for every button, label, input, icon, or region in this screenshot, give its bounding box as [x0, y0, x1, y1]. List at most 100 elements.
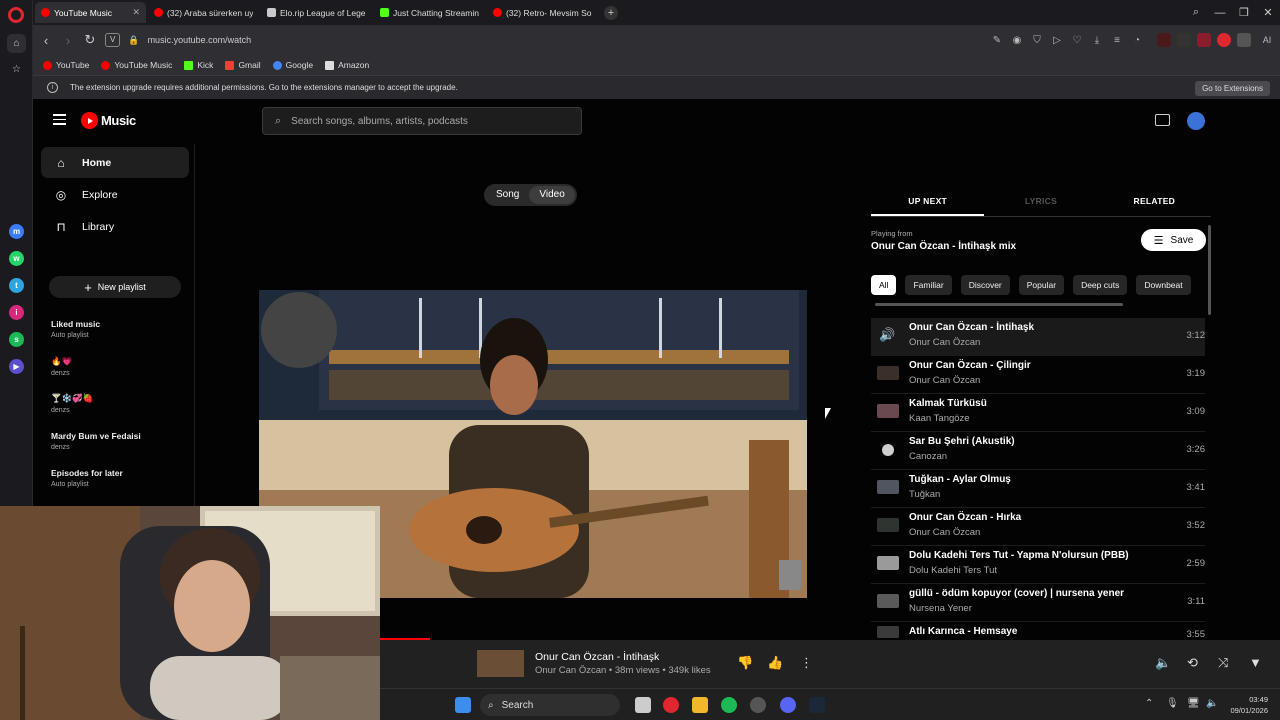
tray-chevron-icon[interactable]: ⌃ — [1145, 698, 1153, 709]
chip-scrollbar[interactable] — [875, 303, 1123, 306]
sidebar-item-home[interactable]: ⌂ Home — [41, 147, 189, 178]
extension-icon[interactable] — [1157, 33, 1171, 47]
volume-icon[interactable]: 🔈 — [1155, 655, 1171, 671]
like-icon[interactable]: 👍 — [767, 655, 783, 671]
playlist-item[interactable]: Liked music Auto playlist — [51, 319, 100, 339]
youtube-music-logo[interactable]: Music — [81, 112, 136, 129]
volume-tray-icon[interactable]: 🔈 — [1206, 698, 1218, 709]
shield-icon[interactable]: ⛉ — [1027, 35, 1047, 46]
close-tab-icon[interactable]: ✕ — [132, 7, 140, 18]
avatar[interactable] — [1187, 112, 1205, 130]
tab-related[interactable]: RELATED — [1098, 189, 1211, 216]
queue-item[interactable]: Onur Can Özcan - Hırka Onur Can Özcan 3:… — [871, 508, 1205, 546]
dislike-icon[interactable]: 👎 — [737, 655, 753, 671]
sidebar-item-explore[interactable]: ◎ Explore — [41, 179, 189, 210]
playlist-item[interactable]: 🔥💗 denzs — [51, 356, 72, 377]
queue-item[interactable]: Kalmak Türküsü Kaan Tangöze 3:09 — [871, 394, 1205, 432]
whatsapp-icon[interactable]: w — [9, 251, 24, 266]
chip-popular[interactable]: Popular — [1018, 275, 1065, 295]
search-input[interactable]: ⌕ Search songs, albums, artists, podcast… — [262, 107, 582, 135]
song-toggle-button[interactable]: Song — [486, 186, 529, 204]
taskbar-search[interactable]: ⌕ Search — [480, 694, 620, 716]
queue-item[interactable]: Tuğkan - Aylar Olmuş Tuğkan 3:41 — [871, 470, 1205, 508]
tab-retro[interactable]: (32) Retro- Mevsim Sonba — [487, 2, 598, 23]
profile-icon[interactable]: ◔ — [1127, 35, 1147, 46]
url-field[interactable]: music.youtube.com/watch — [148, 35, 252, 45]
spotify-icon[interactable]: s — [9, 332, 24, 347]
messenger-icon[interactable]: m — [9, 224, 24, 239]
queue-item[interactable]: Dolu Kadehi Ters Tut - Yapma N'olursun (… — [871, 546, 1205, 584]
opera-logo-icon[interactable] — [8, 7, 24, 23]
sidebar-item-library[interactable]: ⊓ Library — [41, 211, 189, 242]
shuffle-icon[interactable]: ⤨ — [1218, 655, 1228, 671]
tab-youtube-music[interactable]: YouTube Music ✕ — [35, 2, 146, 23]
lock-icon[interactable]: 🔒 — [128, 35, 139, 46]
bookmark-google[interactable]: Google — [272, 60, 313, 70]
spotify-taskbar-icon[interactable] — [721, 697, 737, 713]
playlist-item[interactable]: 🍸❄️💞🍓 denzs — [51, 393, 93, 414]
queue-item[interactable]: Sar Bu Şehri (Akustik) Canozan 3:26 — [871, 432, 1205, 470]
chip-deep-cuts[interactable]: Deep cuts — [1073, 275, 1128, 295]
restore-icon[interactable]: ❐ — [1232, 6, 1256, 19]
queue-item[interactable]: 🔊 Onur Can Özcan - İntihaşk Onur Can Özc… — [871, 318, 1205, 356]
app-taskbar-icon[interactable] — [750, 697, 766, 713]
more-options-icon[interactable]: ⋮ — [800, 655, 813, 671]
hamburger-menu-icon[interactable] — [53, 114, 66, 125]
chip-familiar[interactable]: Familiar — [905, 275, 952, 295]
player-icon[interactable]: ▶ — [9, 359, 24, 374]
save-button[interactable]: ☰ Save — [1141, 229, 1206, 251]
new-playlist-button[interactable]: + New playlist — [49, 276, 181, 298]
close-window-icon[interactable]: ✕ — [1256, 6, 1280, 19]
now-playing-title[interactable]: Onur Can Özcan - İntihaşk — [535, 651, 659, 663]
search-tabs-icon[interactable]: ⌕ — [1184, 6, 1208, 19]
file-explorer-icon[interactable] — [692, 697, 708, 713]
star-icon[interactable]: ☆ — [7, 60, 26, 79]
chip-discover[interactable]: Discover — [960, 275, 1010, 295]
bookmark-youtube[interactable]: YouTube — [43, 60, 89, 70]
queue-scrollbar[interactable] — [1208, 225, 1211, 315]
ai-button[interactable]: AI — [1254, 35, 1280, 45]
bookmark-gmail[interactable]: Gmail — [225, 60, 261, 70]
tab-up-next[interactable]: UP NEXT — [871, 189, 985, 216]
video-toggle-button[interactable]: Video — [529, 186, 575, 204]
clock[interactable]: 03:49 09/01/2026 — [1230, 694, 1268, 716]
chip-all[interactable]: All — [871, 275, 897, 295]
queue-item[interactable]: Atlı Karınca - Hemsaye 3:55 — [871, 622, 1205, 642]
extension-icon[interactable] — [1217, 33, 1231, 47]
tab-elo-rip[interactable]: Elo.rip League of Legends — [261, 2, 372, 23]
extension-icon[interactable] — [1197, 33, 1211, 47]
now-playing-thumbnail[interactable] — [477, 650, 524, 677]
play-icon[interactable]: ▷ — [1047, 35, 1067, 46]
bookmark-amazon[interactable]: Amazon — [325, 60, 369, 70]
steam-taskbar-icon[interactable] — [809, 697, 825, 713]
bookmark-youtube-music[interactable]: YouTube Music — [101, 60, 172, 70]
minimize-icon[interactable]: — — [1208, 7, 1232, 19]
extension-icon[interactable] — [1177, 33, 1191, 47]
opera-taskbar-icon[interactable] — [663, 697, 679, 713]
expand-player-icon[interactable]: ▼ — [1249, 655, 1262, 670]
site-info-badge[interactable]: V — [105, 33, 121, 47]
network-icon[interactable]: 🖥 — [1187, 698, 1200, 709]
heart-icon[interactable]: ♡ — [1067, 35, 1087, 46]
instagram-icon[interactable]: i — [9, 305, 24, 320]
bookmark-kick[interactable]: Kick — [184, 60, 213, 70]
queue-item[interactable]: güllü - ödüm kopuyor (cover) | nursena y… — [871, 584, 1205, 622]
menu-icon[interactable]: ≡ — [1107, 35, 1127, 46]
microphone-icon[interactable]: 🎙 — [1166, 698, 1179, 709]
chip-downbeat[interactable]: Downbeat — [1136, 275, 1191, 295]
tab-lyrics[interactable]: LYRICS — [984, 189, 1097, 216]
forward-icon[interactable]: › — [57, 33, 79, 48]
repeat-icon[interactable]: ⟲ — [1187, 655, 1198, 671]
new-tab-button[interactable]: + — [604, 5, 618, 20]
windows-start-icon[interactable] — [455, 697, 471, 713]
telegram-icon[interactable]: t — [9, 278, 24, 293]
playing-from-title[interactable]: Onur Can Özcan - İntihaşk mix — [871, 241, 1016, 252]
tab-kick[interactable]: Just Chatting Streaming - — [374, 2, 485, 23]
queue-item[interactable]: Onur Can Özcan - Çilingir Onur Can Özcan… — [871, 356, 1205, 394]
back-icon[interactable]: ‹ — [35, 33, 57, 48]
tab-araba[interactable]: (32) Araba sürerken uyuln — [148, 2, 259, 23]
cast-icon[interactable] — [1155, 114, 1170, 126]
reload-icon[interactable]: ↻ — [79, 32, 101, 48]
edit-icon[interactable]: ✎ — [987, 35, 1007, 46]
playlist-item[interactable]: Episodes for later Auto playlist — [51, 468, 123, 488]
